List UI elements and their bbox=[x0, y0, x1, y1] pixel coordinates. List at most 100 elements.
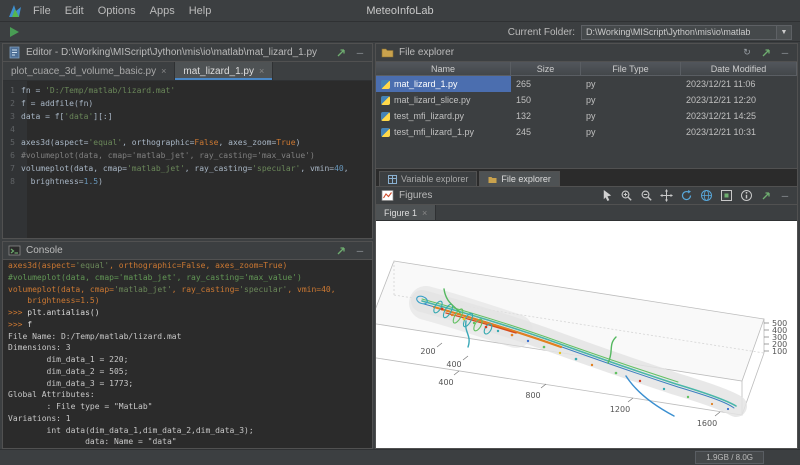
console-line: Global Attributes: bbox=[8, 389, 372, 401]
select-arrow-icon[interactable] bbox=[599, 189, 614, 203]
python-file-icon bbox=[381, 96, 390, 105]
line-number: 5 bbox=[3, 136, 21, 149]
main-toolbar: Current Folder: D:\Working\MIScript\Jyth… bbox=[0, 23, 800, 42]
code-line[interactable]: 5axes3d(aspect='equal', orthographic=Fal… bbox=[3, 136, 372, 149]
current-folder-combobox[interactable]: D:\Working\MIScript\Jython\mis\io\matlab bbox=[581, 25, 777, 40]
svg-text:400: 400 bbox=[438, 378, 453, 387]
figures-title-bar: Figures ─ bbox=[376, 187, 797, 205]
run-script-button[interactable] bbox=[8, 26, 20, 38]
menu-edit[interactable]: Edit bbox=[58, 3, 91, 19]
console-minimize-icon[interactable]: ─ bbox=[353, 244, 367, 257]
menu-help[interactable]: Help bbox=[182, 3, 219, 19]
refresh-icon[interactable]: ↻ bbox=[740, 46, 754, 59]
console-line: Dimensions: 3 bbox=[8, 342, 372, 354]
console-output-area[interactable]: axes3d(aspect='equal', orthographic=Fals… bbox=[3, 260, 372, 448]
tab-variable-explorer[interactable]: Variable explorer bbox=[379, 171, 477, 186]
file-explorer-title: File explorer bbox=[399, 47, 454, 58]
code-line[interactable]: 1fn = 'D:/Temp/matlab/lizard.mat' bbox=[3, 84, 372, 97]
column-header-modified[interactable]: Date Modified bbox=[681, 62, 797, 75]
python-file-icon bbox=[381, 80, 390, 89]
dock-tab-label: Variable explorer bbox=[401, 174, 468, 184]
python-file-icon bbox=[381, 128, 390, 137]
figures-minimize-icon[interactable]: ─ bbox=[778, 189, 792, 202]
table-row[interactable]: test_mfi_lizard.py132py2023/12/21 14:25 bbox=[376, 108, 797, 124]
editor-tab-label: mat_lizard_1.py bbox=[183, 66, 254, 77]
editor-code-area[interactable]: 1fn = 'D:/Temp/matlab/lizard.mat'2f = ad… bbox=[3, 81, 372, 238]
console-float-icon[interactable] bbox=[334, 244, 348, 257]
figure-tab-label: Figure 1 bbox=[384, 208, 417, 218]
status-bar: 1.9GB / 8.0G bbox=[0, 449, 800, 465]
line-number: 2 bbox=[3, 97, 21, 110]
editor-title: Editor - D:\Working\MIScript\Jython\mis\… bbox=[26, 47, 317, 58]
figures-panel: Figures ─ Figure 1 bbox=[375, 186, 798, 449]
zoom-out-icon[interactable] bbox=[639, 189, 654, 203]
code-line[interactable]: 7volumeplot(data, cmap='matlab_jet', ray… bbox=[3, 162, 372, 175]
tab-close-icon[interactable]: × bbox=[422, 208, 427, 218]
editor-icon bbox=[8, 46, 21, 59]
file-explorer-minimize-icon[interactable]: ─ bbox=[778, 46, 792, 59]
editor-minimize-icon[interactable]: ─ bbox=[353, 46, 367, 59]
globe-icon[interactable] bbox=[699, 189, 714, 203]
code-line[interactable]: 6#volumeplot(data, cmap='matlab_jet', ra… bbox=[3, 149, 372, 162]
console-line: int data(dim_data_1,dim_data_2,dim_data_… bbox=[8, 425, 372, 437]
table-row[interactable]: test_mfi_lizard_1.py245py2023/12/21 10:3… bbox=[376, 124, 797, 140]
line-number: 1 bbox=[3, 84, 21, 97]
column-header-filetype[interactable]: File Type bbox=[581, 62, 681, 75]
menu-file[interactable]: File bbox=[26, 3, 58, 19]
code-line[interactable]: 4 bbox=[3, 123, 372, 136]
table-row[interactable]: mat_lizard_slice.py150py2023/12/21 12:20 bbox=[376, 92, 797, 108]
console-line: brightness=1.5) bbox=[8, 295, 372, 307]
line-number: 7 bbox=[3, 162, 21, 175]
console-line: dim_data_3 = 1773; bbox=[8, 378, 372, 390]
console-line: #volumeplot(data, cmap='matlab_jet', ray… bbox=[8, 272, 372, 284]
zoom-in-icon[interactable] bbox=[619, 189, 634, 203]
tab-close-icon[interactable]: × bbox=[161, 66, 166, 76]
line-number: 4 bbox=[3, 123, 21, 136]
lizard-volume-rendering: 40080012001600200400100200300400500 bbox=[376, 221, 797, 448]
rotate-icon[interactable] bbox=[679, 189, 694, 203]
tab-figure-1[interactable]: Figure 1 × bbox=[376, 205, 436, 220]
code-line[interactable]: 2f = addfile(fn) bbox=[3, 97, 372, 110]
code-line[interactable]: 8 brightness=1.5) bbox=[3, 175, 372, 188]
editor-tab-bar: plot_cuace_3d_volume_basic.py × mat_liza… bbox=[3, 62, 372, 81]
column-header-size[interactable]: Size bbox=[511, 62, 581, 75]
app-logo-icon bbox=[8, 4, 22, 18]
tab-close-icon[interactable]: × bbox=[259, 66, 264, 76]
right-dock-tabs: Variable explorer File explorer bbox=[375, 169, 798, 186]
file-explorer-float-icon[interactable] bbox=[759, 46, 773, 59]
console-title-bar: Console ─ bbox=[3, 242, 372, 260]
tab-file-explorer[interactable]: File explorer bbox=[479, 171, 560, 186]
column-header-name[interactable]: Name bbox=[376, 62, 511, 75]
editor-float-icon[interactable] bbox=[334, 46, 348, 59]
figure-canvas[interactable]: 40080012001600200400100200300400500 bbox=[376, 221, 797, 448]
menu-options[interactable]: Options bbox=[91, 3, 143, 19]
svg-text:400: 400 bbox=[446, 360, 461, 369]
table-grid-icon bbox=[388, 175, 397, 184]
console-panel: Console ─ axes3d(aspect='equal', orthogr… bbox=[2, 241, 373, 449]
figures-icon bbox=[381, 189, 394, 202]
pan-hand-icon[interactable] bbox=[659, 189, 674, 203]
console-line: dim_data_1 = 220; bbox=[8, 354, 372, 366]
window-title: MeteoInfoLab bbox=[366, 5, 433, 17]
console-line: File Name: D:/Temp/matlab/lizard.mat bbox=[8, 331, 372, 343]
menu-apps[interactable]: Apps bbox=[143, 3, 182, 19]
console-line: >>> f bbox=[8, 319, 372, 331]
code-line[interactable]: 3data = f['data'][:] bbox=[3, 110, 372, 123]
python-file-icon bbox=[381, 112, 390, 121]
console-line: : File type = "MatLab" bbox=[8, 401, 372, 413]
console-line: data: Name = "data" bbox=[8, 436, 372, 448]
table-row[interactable]: mat_lizard_1.py265py2023/12/21 11:06 bbox=[376, 76, 797, 92]
file-explorer-panel: File explorer ↻ ─ Name Size File Type Da… bbox=[375, 43, 798, 169]
current-folder-label: Current Folder: bbox=[508, 27, 575, 38]
editor-tab-mat-lizard[interactable]: mat_lizard_1.py × bbox=[175, 62, 273, 80]
editor-tab-plot-cuace[interactable]: plot_cuace_3d_volume_basic.py × bbox=[3, 62, 175, 80]
full-extent-icon[interactable] bbox=[719, 189, 734, 203]
current-folder-dropdown-icon[interactable]: ▼ bbox=[777, 25, 792, 40]
file-table-header: Name Size File Type Date Modified bbox=[376, 62, 797, 76]
console-line: >>> plt.antialias() bbox=[8, 307, 372, 319]
figures-float-icon[interactable] bbox=[759, 189, 773, 202]
file-table-body: mat_lizard_1.py265py2023/12/21 11:06mat_… bbox=[376, 76, 797, 168]
editor-panel: Editor - D:\Working\MIScript\Jython\mis\… bbox=[2, 43, 373, 239]
dock-tab-label: File explorer bbox=[501, 174, 551, 184]
info-icon[interactable] bbox=[739, 189, 754, 203]
